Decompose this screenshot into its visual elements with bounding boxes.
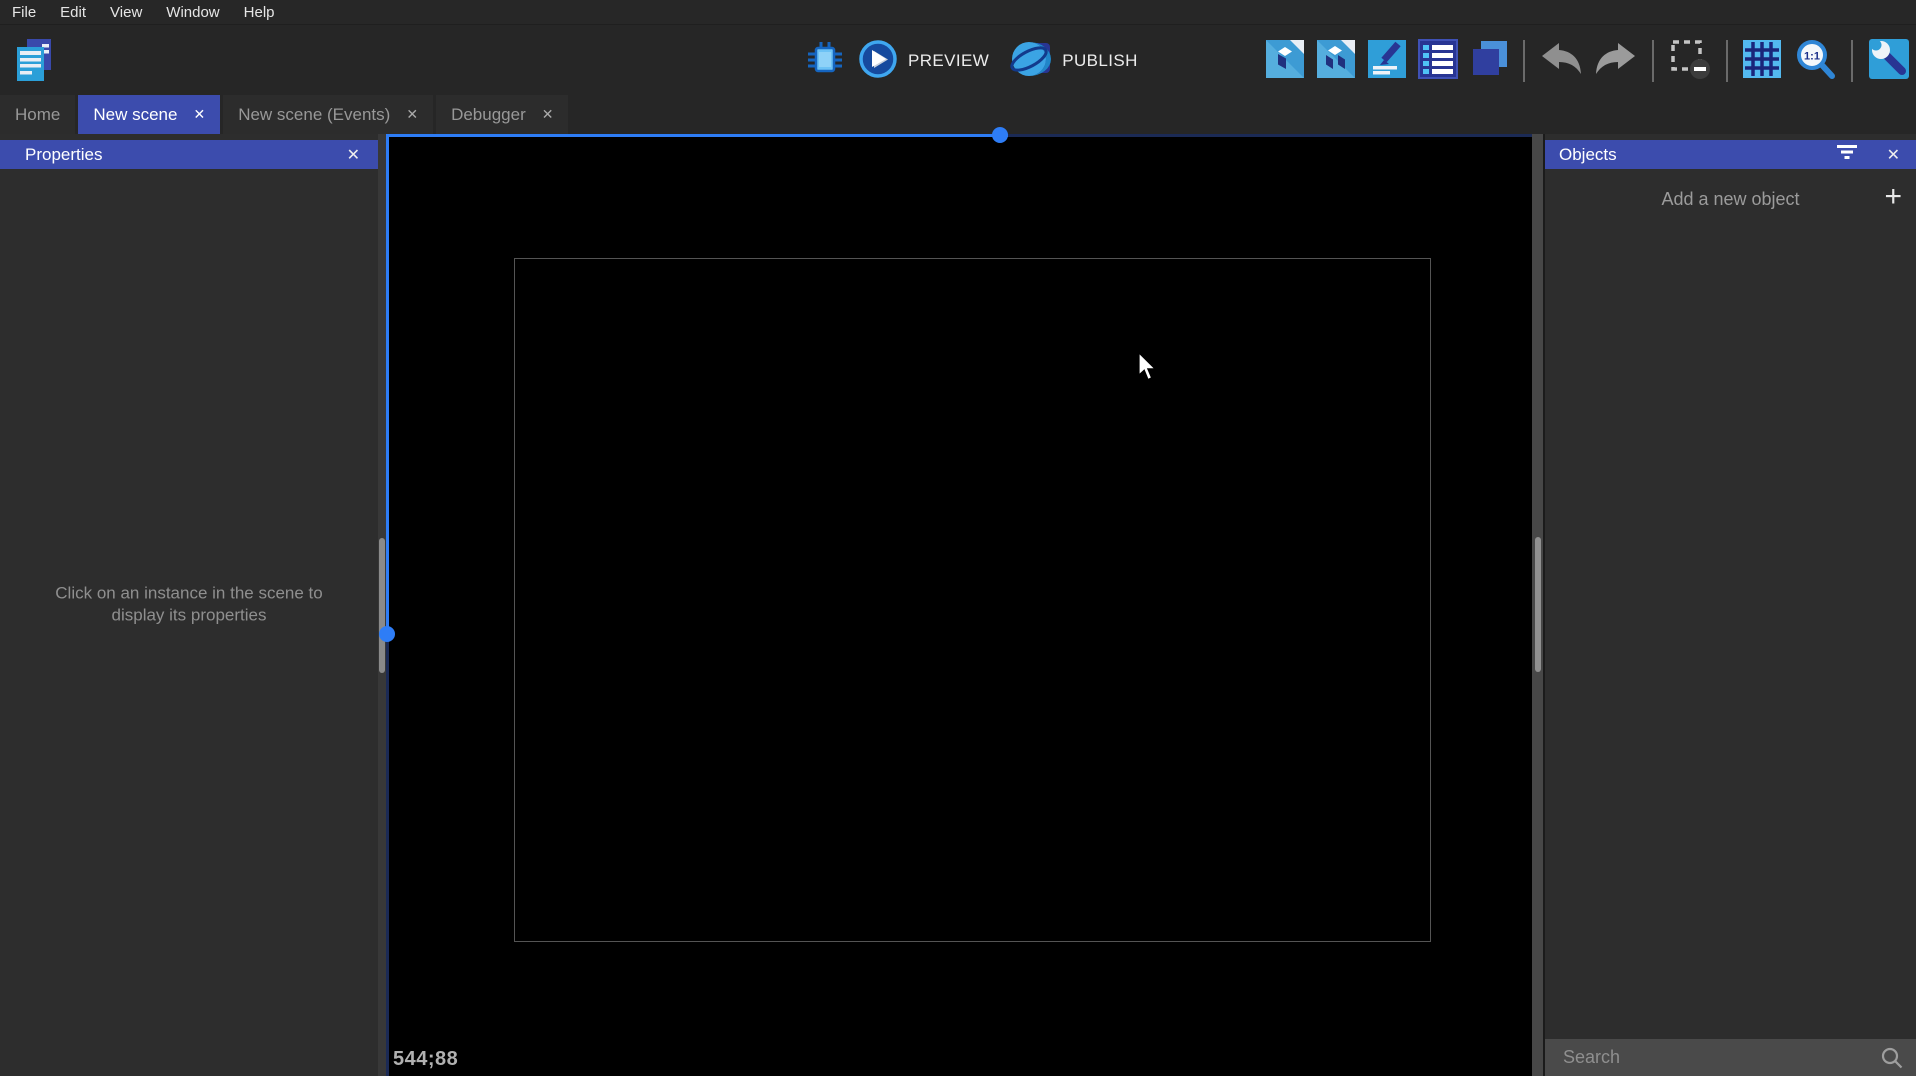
- undo-button[interactable]: [1539, 41, 1583, 82]
- menu-edit[interactable]: Edit: [58, 4, 88, 21]
- edit-scene-button[interactable]: [1367, 39, 1407, 84]
- selection-border-top: [386, 134, 1008, 137]
- publish-globe-icon: [1008, 37, 1052, 86]
- selection-border-left: [386, 134, 389, 634]
- tab-new-scene[interactable]: New scene ✕: [78, 95, 220, 134]
- objects-editor-icon: [1265, 39, 1305, 84]
- objects-editor-button[interactable]: [1265, 39, 1305, 84]
- gdevelop-window: File Edit View Window Help: [0, 0, 1916, 1076]
- properties-close-icon[interactable]: ✕: [347, 145, 360, 165]
- mouse-cursor: [1138, 352, 1160, 389]
- selection-border-top-dim: [1008, 134, 1532, 137]
- edit-scene-pencil-icon: [1367, 39, 1407, 84]
- menu-file[interactable]: File: [10, 4, 38, 21]
- selection-handle-top[interactable]: [992, 127, 1008, 143]
- menu-help[interactable]: Help: [242, 4, 277, 21]
- properties-panel-header: Properties ✕: [0, 140, 378, 169]
- tab-new-scene-events-label: New scene (Events): [238, 105, 390, 125]
- toolbar-separator: [1523, 40, 1525, 82]
- debug-button[interactable]: [803, 37, 847, 86]
- layers-icon: [1469, 39, 1509, 84]
- editor-tab-bar: Home New scene ✕ New scene (Events) ✕ De…: [0, 95, 1916, 134]
- project-manager-button[interactable]: [16, 38, 52, 87]
- add-object-plus-icon[interactable]: +: [1884, 180, 1902, 214]
- layers-button[interactable]: [1469, 39, 1509, 84]
- main-toolbar: PREVIEW PUBLISH: [0, 24, 1916, 95]
- grid-icon: [1742, 39, 1782, 84]
- tab-debugger-label: Debugger: [451, 105, 526, 125]
- wrench-icon: [1867, 37, 1911, 86]
- svg-text:1:1: 1:1: [1804, 50, 1820, 62]
- toolbar-separator: [1726, 40, 1728, 82]
- properties-scrollbar-thumb[interactable]: [379, 538, 385, 673]
- tab-home-label: Home: [15, 105, 60, 125]
- preview-label: PREVIEW: [908, 51, 989, 71]
- redo-button[interactable]: [1594, 41, 1638, 82]
- objects-panel-header: Objects ✕: [1545, 140, 1916, 169]
- properties-panel: Properties ✕ Click on an instance in the…: [0, 134, 378, 1076]
- objects-close-icon[interactable]: ✕: [1887, 145, 1900, 165]
- properties-empty-message: Click on an instance in the scene to dis…: [50, 583, 328, 628]
- preview-play-icon: [858, 39, 898, 84]
- undo-arrow-icon: [1539, 41, 1583, 82]
- objects-filter-button[interactable]: [1835, 144, 1859, 165]
- tab-close-icon[interactable]: ✕: [193, 106, 205, 123]
- objects-search-bar: [1545, 1039, 1916, 1076]
- object-groups-button[interactable]: [1316, 39, 1356, 84]
- menu-bar: File Edit View Window Help: [0, 0, 1916, 24]
- tab-home[interactable]: Home: [0, 95, 75, 134]
- menu-window[interactable]: Window: [164, 4, 221, 21]
- object-groups-icon: [1316, 39, 1356, 84]
- objects-panel: Objects ✕ Add a new object +: [1545, 134, 1916, 1076]
- toggle-grid-button[interactable]: [1742, 39, 1782, 84]
- debug-bug-icon: [803, 37, 847, 86]
- zoom-original-button[interactable]: 1:1: [1793, 37, 1837, 86]
- selection-border-left-dim: [386, 634, 389, 1076]
- scene-settings-button[interactable]: [1867, 37, 1911, 86]
- search-icon: [1880, 1046, 1916, 1070]
- toolbar-separator: [1652, 40, 1654, 82]
- selection-handle-left[interactable]: [379, 626, 395, 642]
- scene-window-bounds: [514, 258, 1431, 942]
- deselect-all-button[interactable]: [1668, 37, 1712, 86]
- redo-arrow-icon: [1594, 41, 1638, 82]
- zoom-1-1-icon: 1:1: [1793, 37, 1837, 86]
- tab-new-scene-label: New scene: [93, 105, 177, 125]
- instances-list-button[interactable]: [1418, 39, 1458, 84]
- tab-debugger[interactable]: Debugger ✕: [436, 95, 568, 134]
- preview-button[interactable]: PREVIEW: [858, 39, 997, 84]
- cursor-coordinates-label: 544;88: [393, 1048, 458, 1071]
- content-area: Properties ✕ Click on an instance in the…: [0, 134, 1916, 1076]
- objects-title: Objects: [1559, 145, 1617, 165]
- properties-title: Properties: [25, 145, 102, 165]
- toolbar-center-group: PREVIEW PUBLISH: [803, 37, 1146, 85]
- instances-list-icon: [1418, 39, 1458, 84]
- tab-close-icon[interactable]: ✕: [406, 106, 418, 123]
- add-object-row[interactable]: Add a new object +: [1545, 182, 1916, 216]
- deselect-selection-icon: [1668, 37, 1712, 86]
- objects-search-input[interactable]: [1545, 1039, 1880, 1076]
- publish-button[interactable]: PUBLISH: [1008, 37, 1146, 86]
- scene-editor-canvas[interactable]: 544;88: [386, 134, 1532, 1076]
- toolbar-right-group: 1:1: [1265, 38, 1911, 84]
- publish-label: PUBLISH: [1062, 51, 1138, 71]
- project-manager-icon: [16, 38, 52, 87]
- menu-view[interactable]: View: [108, 4, 144, 21]
- toolbar-separator: [1851, 40, 1853, 82]
- add-object-label: Add a new object: [1661, 189, 1799, 210]
- tab-close-icon[interactable]: ✕: [542, 106, 554, 123]
- canvas-scrollbar-thumb[interactable]: [1535, 537, 1541, 672]
- filter-icon: [1835, 144, 1859, 165]
- tab-new-scene-events[interactable]: New scene (Events) ✕: [223, 95, 433, 134]
